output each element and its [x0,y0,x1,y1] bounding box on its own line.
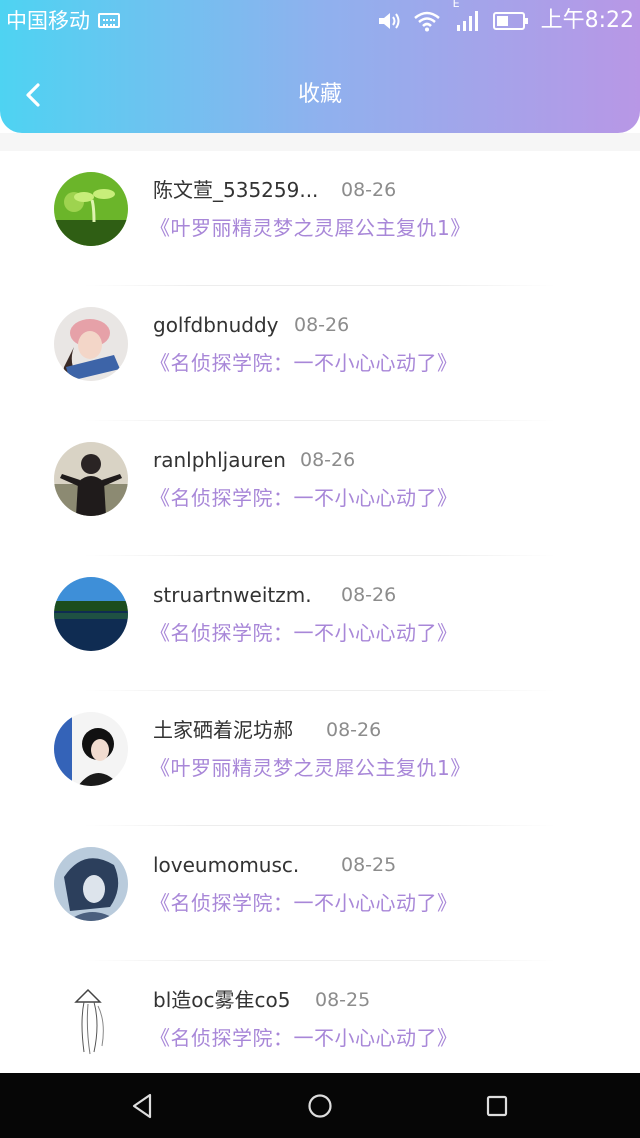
date-label: 08-25 [341,854,397,876]
date-label: 08-26 [300,449,356,471]
header-bar: 中国移动 E 上午8:22 收藏 [0,0,640,133]
user-name: loveumomusc. [153,853,300,877]
avatar [54,982,128,1056]
date-label: 08-26 [341,179,397,201]
header-spacer [0,133,640,151]
user-name: ranlphljauren [153,448,286,472]
list-item[interactable]: bl造oc雾隹co5 08-25 《名侦探学院：一不小心心动了》 [0,961,640,1073]
user-name: struartnweitzm. [153,583,312,607]
keyboard-icon [98,13,120,28]
avatar [54,577,128,651]
user-name: golfdbnuddy [153,313,279,337]
list-item[interactable]: golfdbnuddy 08-26 《名侦探学院：一不小心心动了》 [0,286,640,421]
system-nav-bar [0,1073,640,1138]
book-title[interactable]: 《名侦探学院：一不小心心动了》 [150,484,458,512]
favorites-list: 陈文萱_535259... 08-26 《叶罗丽精灵梦之灵犀公主复仇1》 gol… [0,151,640,1073]
battery-icon [492,12,528,30]
signal-icon: E [453,0,481,33]
list-item[interactable]: 陈文萱_535259... 08-26 《叶罗丽精灵梦之灵犀公主复仇1》 [0,151,640,286]
list-item[interactable]: struartnweitzm. 08-26 《名侦探学院：一不小心心动了》 [0,556,640,691]
clock-time: 上午8:22 [540,8,634,33]
recent-apps-icon[interactable] [480,1089,514,1123]
list-item[interactable]: loveumomusc. 08-25 《名侦探学院：一不小心心动了》 [0,826,640,961]
status-bar: 中国移动 E 上午8:22 [0,0,640,42]
date-label: 08-26 [294,314,350,336]
date-label: 08-25 [315,989,371,1011]
list-item[interactable]: ranlphljauren 08-26 《名侦探学院：一不小心心动了》 [0,421,640,556]
avatar [54,307,128,381]
book-title[interactable]: 《叶罗丽精灵梦之灵犀公主复仇1》 [150,754,471,782]
user-name: bl造oc雾隹co5 [153,988,291,1012]
user-name: 陈文萱_535259... [153,178,319,202]
date-label: 08-26 [326,719,382,741]
book-title[interactable]: 《名侦探学院：一不小心心动了》 [150,1024,458,1052]
nav-bar: 收藏 [0,60,640,130]
avatar [54,442,128,516]
date-label: 08-26 [341,584,397,606]
book-title[interactable]: 《名侦探学院：一不小心心动了》 [150,349,458,377]
user-name: 土家硒着泥坊郝 [153,718,293,742]
book-title[interactable]: 《名侦探学院：一不小心心动了》 [150,619,458,647]
home-circle-icon[interactable] [303,1089,337,1123]
page-title: 收藏 [297,82,342,107]
carrier-label: 中国移动 [6,9,90,33]
avatar [54,172,128,246]
wifi-icon [413,11,440,32]
book-title[interactable]: 《叶罗丽精灵梦之灵犀公主复仇1》 [150,214,471,242]
volume-icon [378,13,400,29]
back-triangle-icon[interactable] [126,1089,160,1123]
book-title[interactable]: 《名侦探学院：一不小心心动了》 [150,889,458,917]
list-item[interactable]: 土家硒着泥坊郝 08-26 《叶罗丽精灵梦之灵犀公主复仇1》 [0,691,640,826]
avatar [54,847,128,921]
avatar [54,712,128,786]
